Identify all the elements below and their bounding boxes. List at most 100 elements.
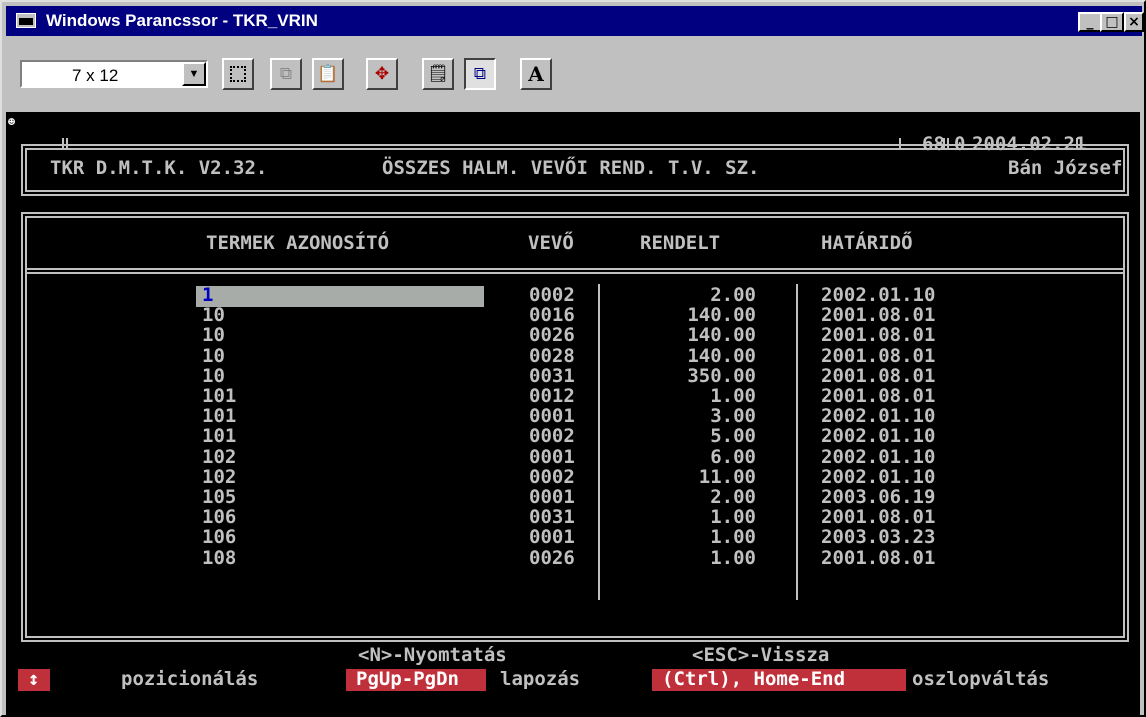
deadline-cell: 2003.06.19: [821, 486, 936, 508]
arrow-keys-label: ↕: [28, 668, 40, 690]
product-id-cell: 108: [202, 546, 237, 569]
product-id-cell: 101: [202, 425, 237, 448]
properties-button[interactable]: 🗒: [422, 58, 454, 90]
ordered-qty-cell: 5.00: [710, 425, 756, 448]
deadline-cell: 2001.08.01: [821, 364, 936, 387]
properties-icon: 🗒: [427, 64, 449, 84]
customer-cell: 0028: [529, 344, 575, 367]
windowed-icon: ⧉: [473, 64, 487, 84]
deadline-cell: 2003.03.23: [821, 526, 936, 549]
ordered-qty-cell: 1.00: [710, 546, 756, 569]
report-title: ÖSSZES HALM. VEVŐI REND. T.V. SZ.: [382, 157, 760, 179]
header-count-2: 0: [954, 133, 966, 155]
product-id-cell: 1: [202, 284, 214, 306]
customer-cell: 0031: [529, 506, 575, 529]
table-frame-bottom: [21, 640, 1129, 642]
column-switch-label: oszlopváltás: [912, 668, 1050, 690]
customer-cell: 0026: [529, 324, 575, 347]
customer-cell: 0002: [529, 284, 575, 306]
deadline-cell: 2001.08.01: [821, 546, 936, 569]
ordered-qty-cell: 6.00: [710, 445, 756, 468]
paste-icon: 📋: [317, 64, 339, 84]
status-indicator: ☻: [8, 115, 16, 129]
mark-button[interactable]: [222, 58, 254, 90]
column-separator: [598, 284, 600, 600]
customer-cell: 0001: [529, 486, 575, 508]
maximize-button[interactable]: □: [1100, 12, 1124, 32]
ordered-qty-cell: 3.00: [710, 405, 756, 428]
ordered-qty-cell: 1.00: [710, 526, 756, 549]
customer-cell: 0002: [529, 465, 575, 488]
print-hint: <N>-Nyomtatás: [358, 644, 507, 666]
customer-cell: 0002: [529, 425, 575, 448]
ordered-qty-cell: 11.00: [698, 465, 756, 488]
app-version: TKR D.M.T.K. V2.32.: [50, 157, 268, 179]
col-header-customer: VEVŐ: [528, 232, 574, 254]
selection-highlight: [196, 286, 484, 307]
customer-cell: 0001: [529, 526, 575, 549]
product-id-cell: 10: [202, 304, 225, 327]
deadline-cell: 2001.08.01: [821, 385, 936, 407]
fullscreen-icon: ✥: [374, 64, 390, 84]
positioning-label: pozicionálás: [121, 668, 259, 690]
product-id-cell: 102: [202, 445, 237, 468]
product-id-cell: 106: [202, 526, 237, 549]
deadline-cell: 2001.08.01: [821, 324, 936, 347]
ordered-qty-cell: 140.00: [687, 344, 756, 367]
paging-label: lapozás: [500, 668, 581, 690]
copy-icon: ⧉: [279, 64, 293, 84]
ordered-qty-cell: 2.00: [710, 486, 756, 508]
chevron-down-icon[interactable]: ▼: [182, 62, 206, 86]
close-button[interactable]: ×: [1124, 12, 1144, 32]
customer-cell: 0016: [529, 304, 575, 327]
ordered-qty-cell: 140.00: [687, 304, 756, 327]
column-separator: [796, 284, 798, 600]
deadline-cell: 2002.01.10: [821, 284, 936, 306]
deadline-cell: 2002.01.10: [821, 425, 936, 448]
product-id-cell: 101: [202, 385, 237, 407]
console-screen[interactable]: ☻ 68 0 2004.02.21 TKR D.M.T.K. V2.32. ÖS…: [6, 112, 1140, 717]
copy-button[interactable]: ⧉: [270, 58, 302, 90]
deadline-cell: 2002.01.10: [821, 405, 936, 428]
product-id-cell: 101: [202, 405, 237, 428]
col-header-deadline: HATÁRIDŐ: [821, 232, 913, 254]
ordered-qty-cell: 1.00: [710, 506, 756, 529]
product-id-cell: 10: [202, 344, 225, 367]
title-bar[interactable]: Windows Parancssor - TKR_VRIN _ □ ×: [6, 6, 1144, 36]
customer-cell: 0012: [529, 385, 575, 407]
col-header-product: TERMEK AZONOSÍTÓ: [206, 232, 390, 254]
deadline-cell: 2001.08.01: [821, 304, 936, 327]
font-icon: A: [528, 62, 544, 86]
product-id-cell: 10: [202, 324, 225, 347]
customer-cell: 0001: [529, 445, 575, 468]
font-size-select[interactable]: 7 x 12 ▼: [20, 60, 208, 88]
customer-cell: 0026: [529, 546, 575, 569]
deadline-cell: 2001.08.01: [821, 506, 936, 529]
mark-icon: [230, 66, 246, 82]
product-id-cell: 102: [202, 465, 237, 488]
column-keys-label: (Ctrl), Home-End: [662, 668, 846, 690]
col-header-ordered: RENDELT: [640, 232, 721, 254]
table-header-divider: [25, 268, 1125, 270]
toolbar: 7 x 12 ▼ ⧉ 📋 ✥ 🗒 ⧉ A: [6, 38, 1142, 96]
ordered-qty-cell: 2.00: [710, 284, 756, 306]
product-id-cell: 10: [202, 364, 225, 387]
console-app-icon[interactable]: [16, 13, 36, 28]
fullscreen-button[interactable]: ✥: [366, 58, 398, 90]
background-button[interactable]: ⧉: [464, 58, 496, 90]
header-date: 2004.02.21: [972, 133, 1087, 155]
back-hint: <ESC>-Vissza: [692, 644, 830, 666]
product-id-cell: 106: [202, 506, 237, 529]
window-title: Windows Parancssor - TKR_VRIN: [46, 11, 318, 30]
console-window: Windows Parancssor - TKR_VRIN _ □ × 7 x …: [0, 0, 1146, 717]
table-frame-top: [21, 212, 1129, 214]
header-count-1: 68: [922, 133, 945, 155]
user-name: Bán József: [1008, 157, 1123, 179]
minimize-button[interactable]: _: [1078, 12, 1102, 32]
paste-button[interactable]: 📋: [312, 58, 344, 90]
font-button[interactable]: A: [520, 58, 552, 90]
product-id-cell: 105: [202, 486, 237, 508]
deadline-cell: 2001.08.01: [821, 344, 936, 367]
customer-cell: 0001: [529, 405, 575, 428]
customer-cell: 0031: [529, 364, 575, 387]
